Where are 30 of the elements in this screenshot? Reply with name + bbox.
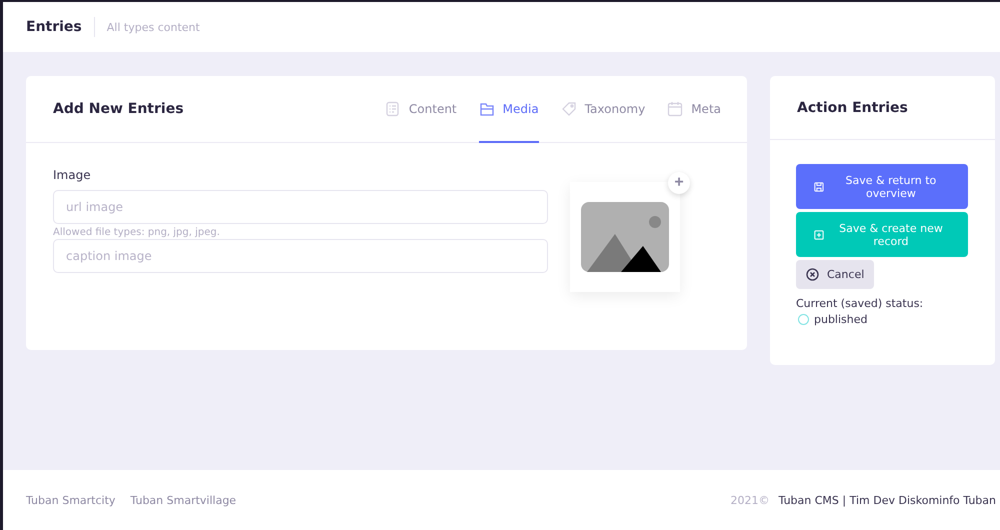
- footer-link[interactable]: Tuban Smartvillage: [130, 494, 236, 506]
- image-placeholder-icon: [581, 202, 669, 272]
- footer-link[interactable]: Tuban Smartcity: [26, 494, 116, 506]
- plus-square-icon: [814, 228, 824, 240]
- page-title: Entries: [26, 17, 95, 37]
- floppy-icon: [814, 180, 824, 192]
- folder-icon: [478, 100, 495, 116]
- tab[interactable]: Media: [478, 76, 539, 143]
- cancel-button[interactable]: Cancel: [796, 260, 874, 289]
- status-label: Current (saved) status:: [796, 297, 924, 310]
- calendar-icon: [667, 100, 684, 116]
- close-circle-icon: [806, 268, 819, 281]
- footer-credit[interactable]: Tuban CMS | Tim Dev Diskominfo Tuban: [778, 494, 996, 506]
- status-text: published: [814, 313, 868, 326]
- save-button[interactable]: Save & create new record: [796, 212, 968, 257]
- checklist-icon: [384, 100, 401, 116]
- caption-input[interactable]: caption image: [53, 239, 548, 273]
- tab[interactable]: Taxonomy: [560, 76, 646, 143]
- save-button[interactable]: Save & return to overview: [796, 164, 968, 209]
- add-image-button[interactable]: +: [668, 172, 690, 194]
- copyright-year: 2021©: [730, 494, 770, 506]
- tag-icon: [560, 100, 577, 116]
- tab[interactable]: Content: [384, 76, 457, 143]
- card-title: Add New Entries: [53, 101, 185, 117]
- field-label: Image: [53, 168, 92, 182]
- tab[interactable]: Meta: [667, 76, 721, 143]
- hint-text: Allowed file types: png, jpg, jpeg.: [53, 227, 221, 238]
- card-title: Action Entries: [797, 100, 909, 116]
- page-subtitle: All types content: [106, 20, 200, 34]
- url-input[interactable]: url image: [53, 190, 548, 224]
